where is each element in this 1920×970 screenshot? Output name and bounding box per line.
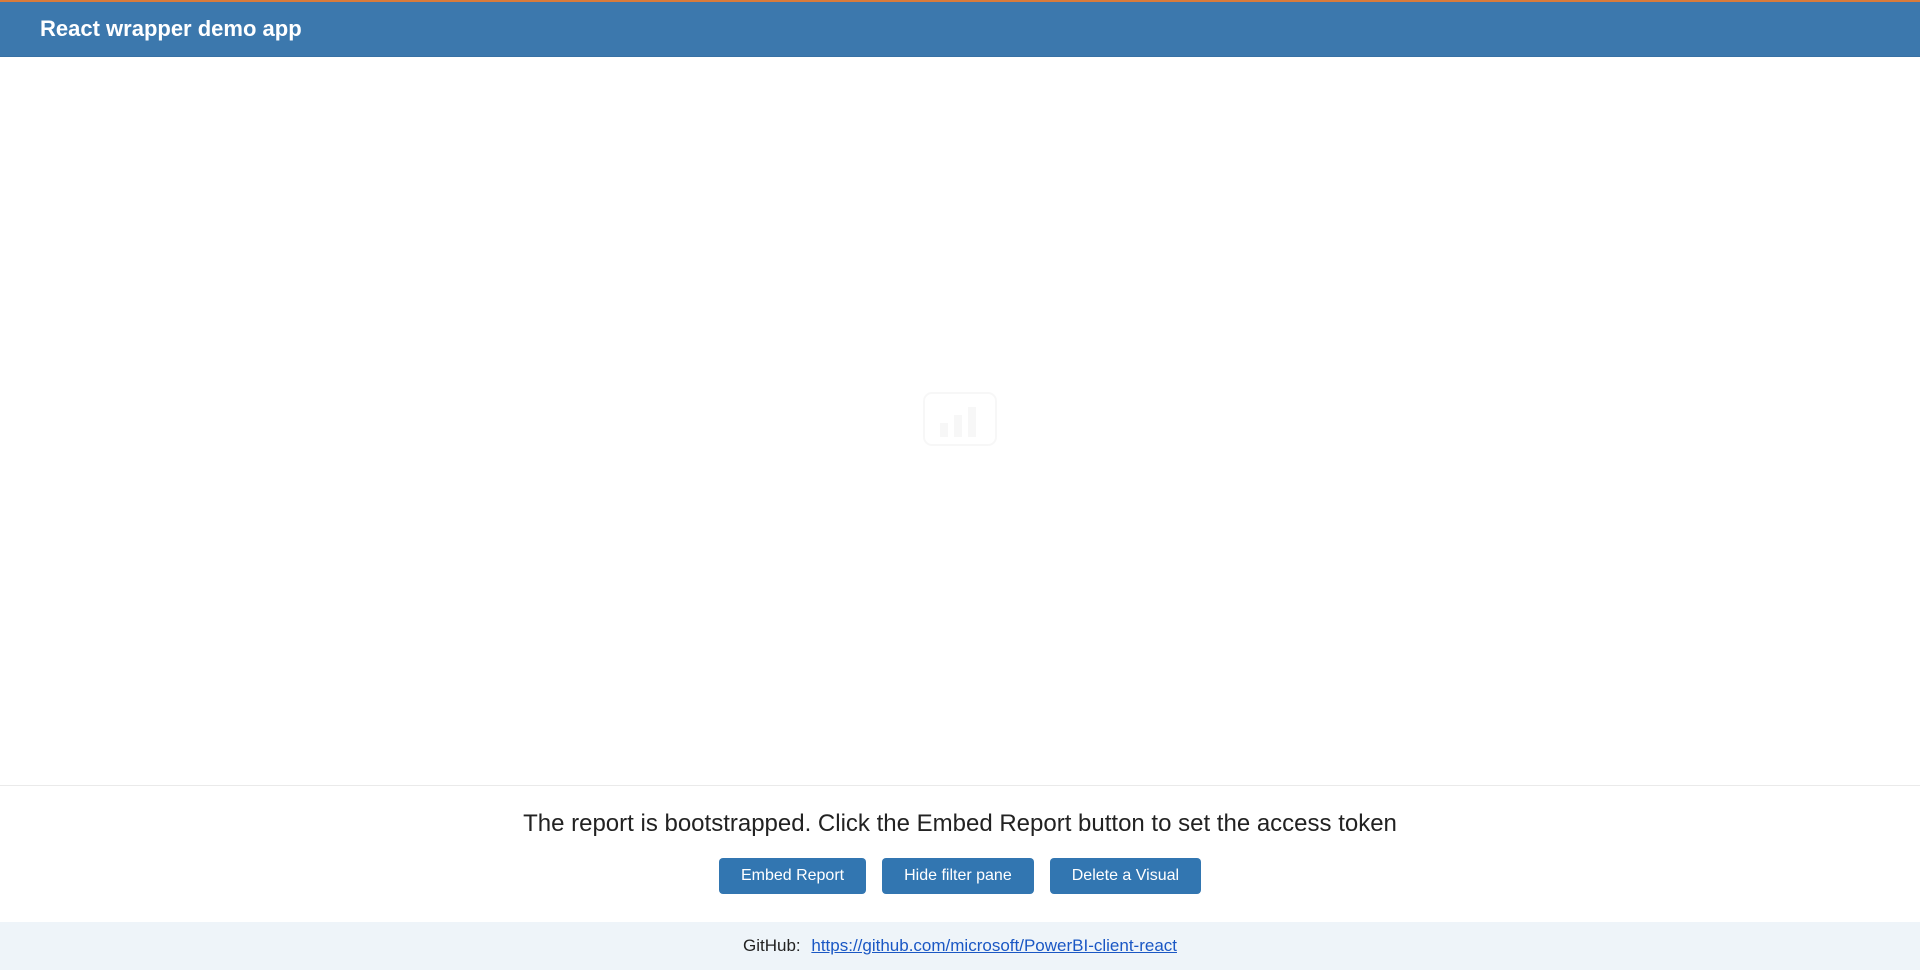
page-title: React wrapper demo app xyxy=(40,16,1880,42)
delete-visual-button[interactable]: Delete a Visual xyxy=(1050,858,1201,894)
action-button-row: Embed Report Hide filter pane Delete a V… xyxy=(719,858,1201,894)
report-embed-area xyxy=(0,57,1920,786)
hide-filter-pane-button[interactable]: Hide filter pane xyxy=(882,858,1034,894)
app-header: React wrapper demo app xyxy=(0,0,1920,57)
status-message: The report is bootstrapped. Click the Em… xyxy=(523,810,1397,838)
footer: GitHub: https://github.com/microsoft/Pow… xyxy=(0,922,1920,970)
footer-label: GitHub: xyxy=(743,936,801,955)
status-section: The report is bootstrapped. Click the Em… xyxy=(0,786,1920,922)
github-link[interactable]: https://github.com/microsoft/PowerBI-cli… xyxy=(811,936,1177,955)
embed-report-button[interactable]: Embed Report xyxy=(719,858,866,894)
powerbi-logo-icon xyxy=(920,389,1000,454)
